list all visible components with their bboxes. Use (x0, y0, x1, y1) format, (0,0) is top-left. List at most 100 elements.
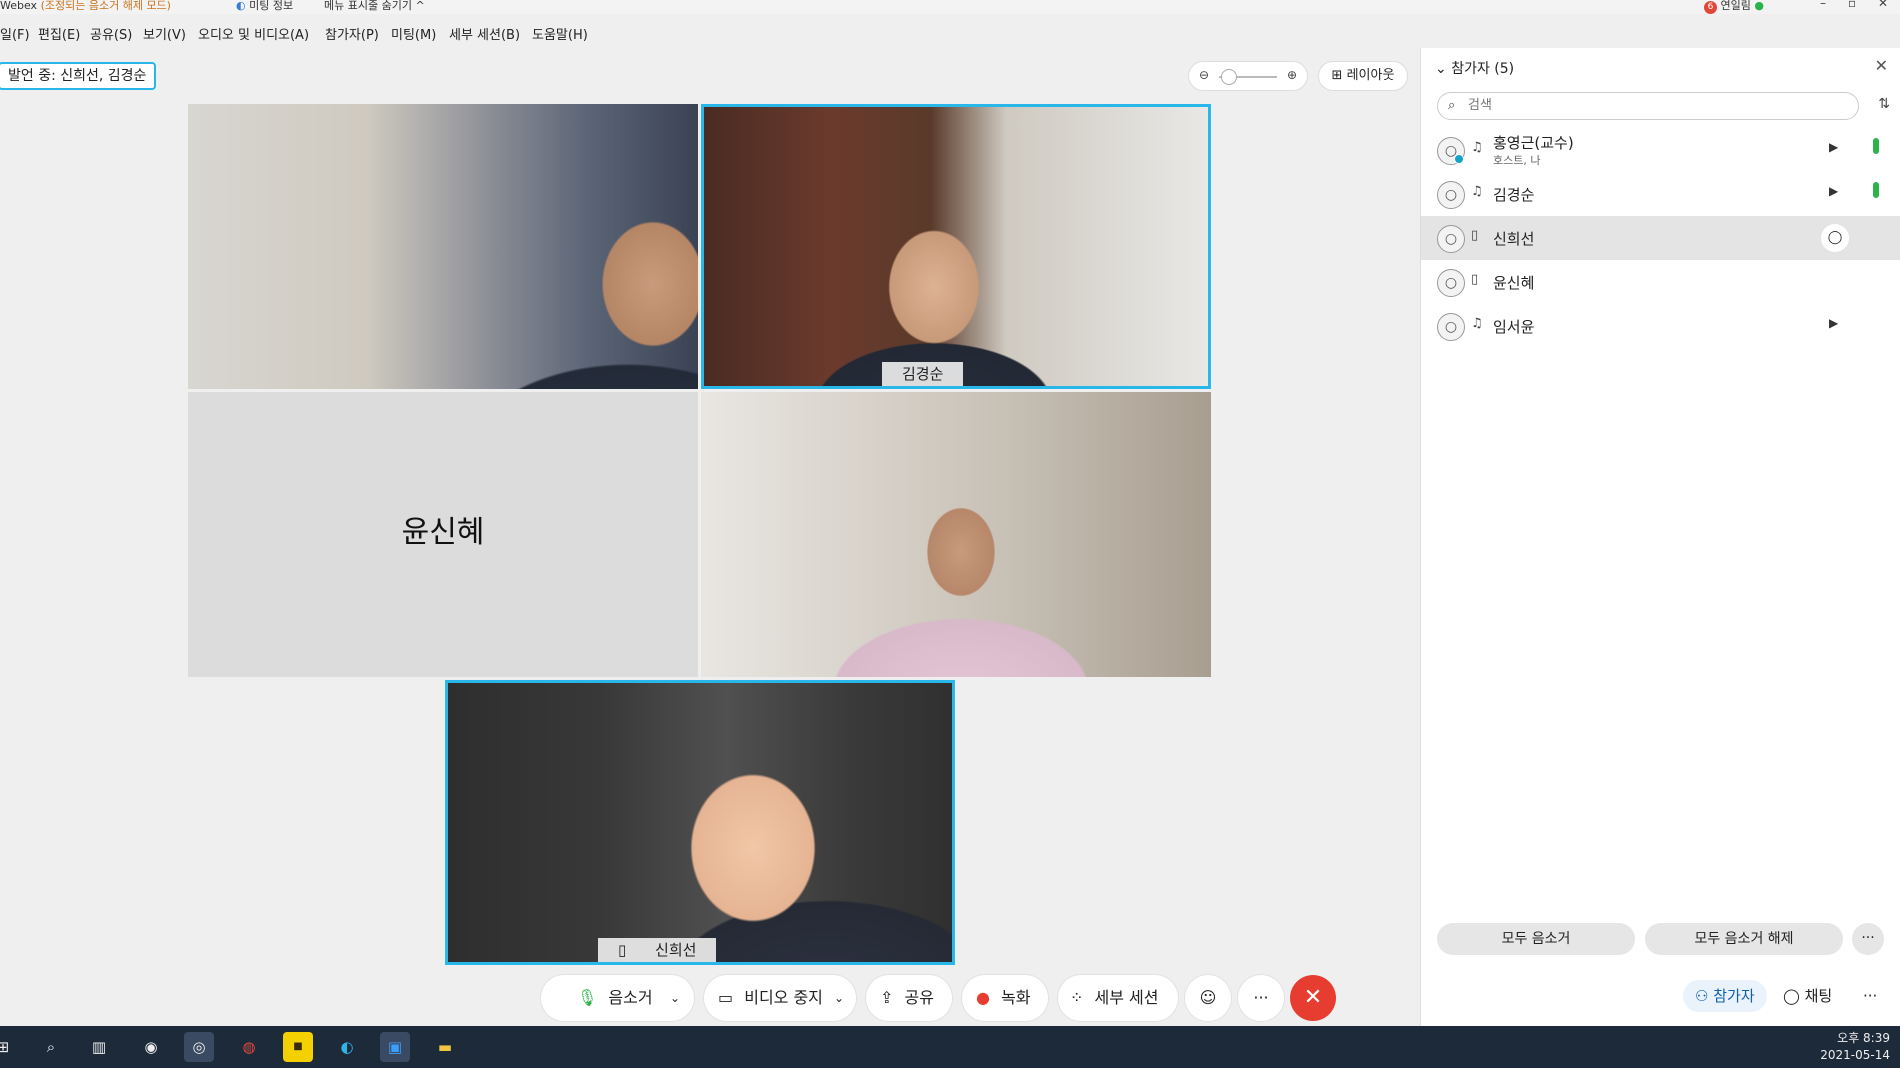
edge-icon[interactable]: ◐ (332, 1032, 362, 1062)
participants-toggle-button[interactable]: ⚇ 참가자 (1683, 980, 1767, 1012)
participant-video (188, 104, 698, 389)
microphone-active-icon[interactable] (1873, 138, 1879, 154)
menu-meeting[interactable]: 미팅(M) (391, 24, 436, 43)
participants-toggle-label: 참가자 (1713, 987, 1755, 1005)
app-title: Webex (조정되는 음소거 해제 모드) (0, 0, 171, 13)
phone-icon: ▯ (1471, 272, 1479, 287)
hide-menu-button[interactable]: 메뉴 표시줄 숨기기 ^ (324, 0, 425, 13)
chat-bubble-icon[interactable]: ◯ (1821, 224, 1849, 252)
zoom-out-icon[interactable]: ⊖ (1199, 68, 1209, 82)
more-options-button[interactable]: ··· (1238, 975, 1284, 1021)
kakaotalk-icon[interactable]: ■ (283, 1032, 313, 1062)
avatar: ○ (1437, 225, 1465, 253)
participant-row[interactable]: ○ ▯ 윤신혜 (1421, 260, 1900, 304)
webex-app-icon[interactable]: ◎ (184, 1032, 214, 1062)
stop-video-button[interactable]: ▭ 비디오 중지 ⌄ (704, 975, 856, 1021)
menu-edit[interactable]: 편집(E) (38, 24, 80, 43)
participant-row[interactable]: ○ ▯ 신희선 ◯ (1421, 216, 1900, 260)
participants-panel-header[interactable]: ⌄ 참가자 (5) (1435, 58, 1514, 78)
video-tile-4[interactable] (701, 392, 1211, 677)
menu-view[interactable]: 보기(V) (143, 24, 186, 43)
title-bar: Webex (조정되는 음소거 해제 모드) ◐ 미팅 정보 메뉴 표시줄 숨기… (0, 0, 1900, 14)
stop-video-label: 비디오 중지 (744, 988, 823, 1007)
participant-row[interactable]: ○ ♫ 임서윤 ▶ (1421, 304, 1900, 348)
unmute-all-button[interactable]: 모두 음소거 해제 (1645, 923, 1843, 955)
system-clock[interactable]: 오후 8:39 2021-05-14 (1820, 1030, 1890, 1064)
record-label: 녹화 (1001, 988, 1031, 1007)
meeting-info-label: 미팅 정보 (249, 0, 294, 12)
record-icon: ● (976, 988, 990, 1007)
chat-icon: ◯ (1783, 987, 1800, 1005)
sort-icon[interactable]: ⇅ (1878, 96, 1890, 112)
hide-menu-label: 메뉴 표시줄 숨기기 (324, 0, 412, 12)
video-tile-5[interactable]: ▯ 신희선 (445, 680, 955, 965)
participant-video (448, 683, 952, 962)
layout-button[interactable]: ⊞ 레이아웃 (1318, 61, 1408, 91)
breakout-session-button[interactable]: ⁘ 세부 세션 (1058, 975, 1178, 1021)
person-icon: ○ (1444, 187, 1458, 203)
chevron-down-icon: ⌄ (1435, 61, 1447, 77)
restore-icon[interactable]: ▫ (1848, 0, 1856, 10)
host-badge-icon (1454, 154, 1464, 164)
menu-help[interactable]: 도움말(H) (532, 24, 588, 43)
breakout-icon: ⁘ (1070, 988, 1084, 1007)
record-button[interactable]: ● 녹화 (962, 975, 1048, 1021)
reactions-button[interactable]: ☺ (1185, 975, 1231, 1021)
minimize-icon[interactable]: – (1820, 0, 1826, 10)
person-icon: ○ (1444, 319, 1458, 335)
menu-breakout[interactable]: 세부 세션(B) (449, 24, 520, 43)
participant-search-input[interactable]: ⌕ 검색 (1437, 92, 1859, 120)
user-account-button[interactable]: 6 연일림 ● (1704, 0, 1764, 14)
close-icon: ✕ (1303, 985, 1323, 1010)
chrome-icon[interactable]: ◍ (234, 1032, 264, 1062)
phone-icon: ▯ (618, 941, 627, 959)
chevron-down-icon[interactable]: ⌄ (834, 975, 844, 1021)
meeting-info-button[interactable]: ◐ 미팅 정보 (236, 0, 293, 13)
mute-button[interactable]: 🎙 음소거 ⌄ (541, 975, 694, 1021)
taskbar: ⊞ ⌕ ▥ ◉ ◎ ◍ ■ ◐ ▣ ▬ 오후 8:39 2021-05-14 (0, 1026, 1900, 1068)
mute-label: 음소거 (608, 988, 653, 1007)
zoom-in-icon[interactable]: ⊕ (1287, 68, 1297, 82)
task-view-icon[interactable]: ▥ (84, 1032, 114, 1062)
participant-video (704, 107, 1208, 386)
phone-icon: ▯ (1471, 228, 1479, 243)
mode-notice: (조정되는 음소거 해제 모드) (40, 0, 171, 12)
mute-all-button[interactable]: 모두 음소거 (1437, 923, 1635, 955)
microphone-active-icon[interactable] (1873, 182, 1879, 198)
share-label: 공유 (904, 988, 934, 1007)
menu-audio-video[interactable]: 오디오 및 비디오(A) (198, 24, 309, 43)
participants-title: 참가자 (5) (1451, 61, 1515, 77)
file-explorer-icon[interactable]: ▬ (430, 1032, 460, 1062)
tile-name-label: 김경순 (882, 362, 964, 386)
chat-toggle-button[interactable]: ◯ 채팅 (1783, 980, 1832, 1012)
store-icon[interactable]: ▣ (380, 1032, 410, 1062)
end-call-button[interactable]: ✕ (1290, 975, 1336, 1021)
clock-time: 오후 8:39 (1837, 1031, 1890, 1045)
zoom-slider-handle[interactable] (1221, 69, 1237, 85)
app-icon[interactable]: ◉ (136, 1032, 166, 1062)
menu-participants[interactable]: 참가자(P) (325, 24, 379, 43)
participant-row[interactable]: ○ ♫ 홍영근(교수) 호스트, 나 ▶ (1421, 128, 1900, 172)
panel-toggle-more-button[interactable]: ··· (1863, 980, 1877, 1012)
video-tile-1[interactable] (188, 104, 698, 389)
emoji-icon: ☺ (1199, 988, 1217, 1007)
chevron-down-icon[interactable]: ⌄ (670, 975, 680, 1021)
zoom-control: ⊖ ⊕ (1188, 61, 1308, 91)
menu-file[interactable]: 일(F) (0, 24, 30, 43)
video-tile-2[interactable]: 김경순 (701, 104, 1211, 389)
panel-more-button[interactable]: ··· (1852, 923, 1884, 955)
menu-share[interactable]: 공유(S) (90, 24, 132, 43)
search-icon[interactable]: ⌕ (36, 1032, 66, 1062)
participant-row[interactable]: ○ ♫ 김경순 ▶ (1421, 172, 1900, 216)
close-panel-icon[interactable]: ✕ (1875, 56, 1888, 75)
person-icon: ⚇ (1695, 987, 1709, 1005)
video-tile-3[interactable]: 윤신혜 (188, 392, 698, 677)
chat-toggle-label: 채팅 (1804, 987, 1833, 1005)
share-button[interactable]: ⇪ 공유 (866, 975, 952, 1021)
windows-start-icon[interactable]: ⊞ (0, 1032, 18, 1062)
camera-icon: ▭ (718, 988, 734, 1007)
video-on-icon: ▶ (1829, 140, 1839, 154)
close-window-icon[interactable]: ✕ (1878, 0, 1888, 10)
grid-icon: ⊞ (1331, 68, 1343, 83)
headset-icon: ♫ (1471, 316, 1483, 331)
